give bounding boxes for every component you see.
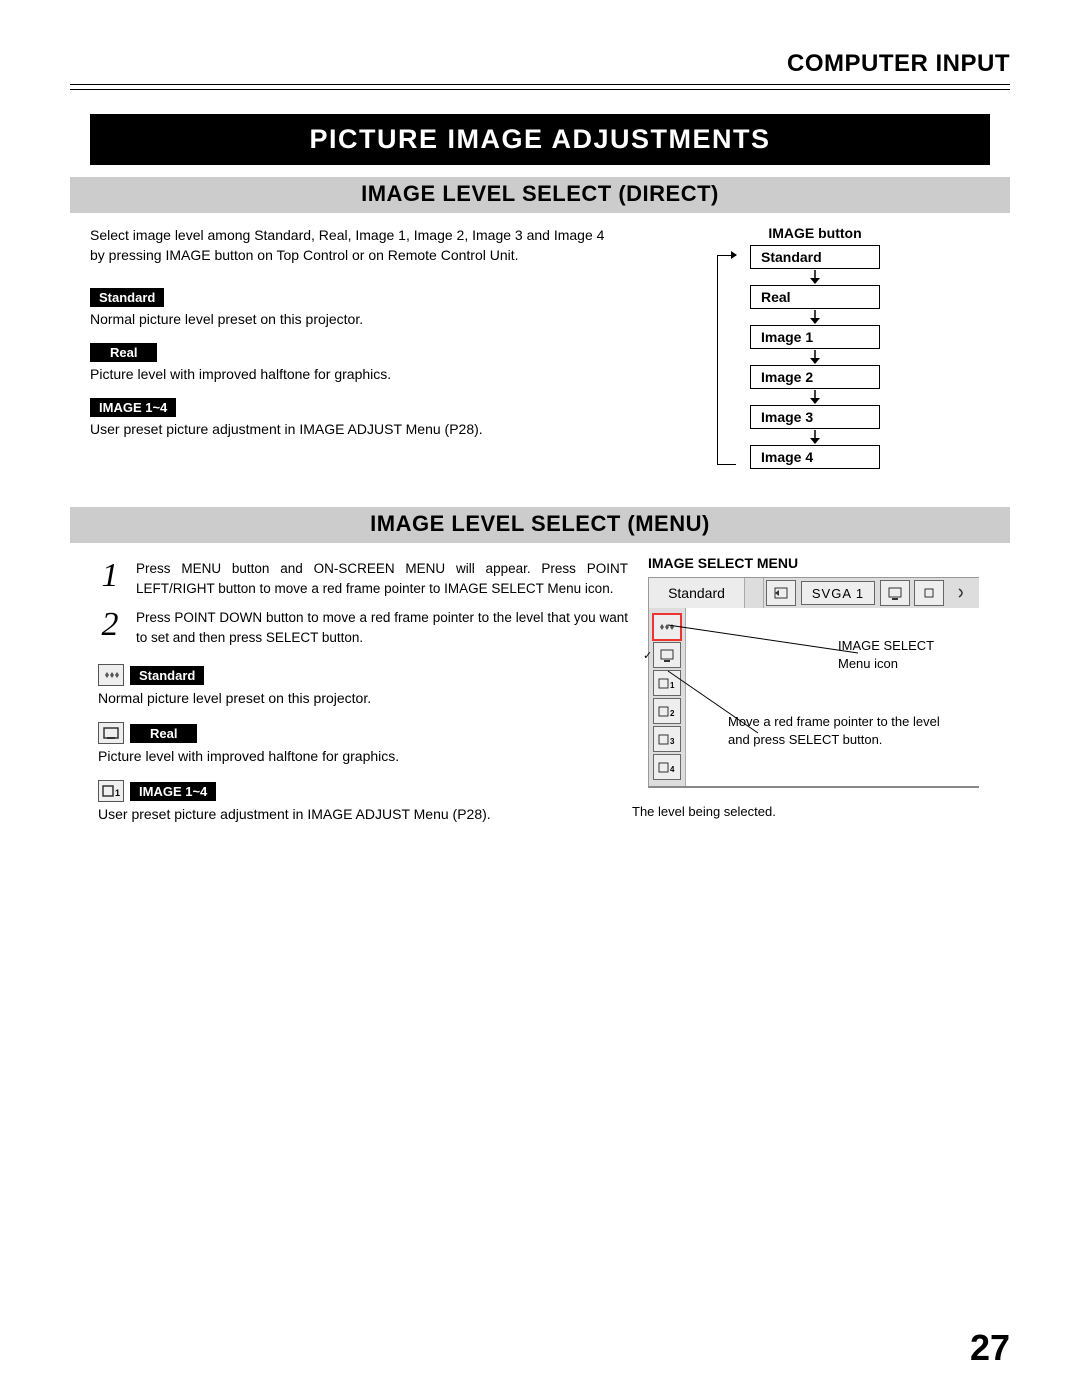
osd-menu-icon-img2: 2: [653, 698, 681, 724]
svg-text:2: 2: [670, 709, 675, 718]
step-text-1: Press MENU button and ON-SCREEN MENU wil…: [136, 559, 628, 600]
label-menu-standard: Standard: [130, 666, 204, 685]
osd-menu-icon-img3: 3: [653, 726, 681, 752]
osd-menu-icon-real: [653, 642, 681, 668]
osd-menu-icon-img1: 1: [653, 670, 681, 696]
desc-image14: User preset picture adjustment in IMAGE …: [90, 421, 620, 437]
flow-box: Image 2: [750, 365, 880, 389]
flow-box: Real: [750, 285, 880, 309]
real-icon: [98, 722, 124, 744]
diamonds-icon: [98, 664, 124, 686]
flow-loop-arrow-icon: [731, 251, 737, 259]
osd-square-icon: [914, 580, 944, 606]
svg-text:1: 1: [670, 681, 675, 690]
osd-svga-label: SVGA 1: [801, 581, 875, 605]
flow-box: Standard: [750, 245, 880, 269]
image1-icon: 1: [98, 780, 124, 802]
desc-menu-real: Picture level with improved halftone for…: [98, 748, 628, 764]
onscreen-menu: Standard SVGA 1 1 2 3 4: [648, 577, 979, 788]
flow-box: Image 4: [750, 445, 880, 469]
arrow-down-icon: [809, 350, 821, 364]
label-image14: IMAGE 1~4: [90, 398, 176, 417]
page-number: 27: [970, 1327, 1010, 1369]
page-title: PICTURE IMAGE ADJUSTMENTS: [90, 114, 990, 165]
svg-text:4: 4: [670, 765, 675, 774]
desc-standard: Normal picture level preset on this proj…: [90, 311, 620, 327]
arrow-down-icon: [809, 270, 821, 284]
svg-text:1: 1: [115, 788, 120, 798]
flow-title: IMAGE button: [640, 225, 990, 241]
flow-loop-line: [717, 255, 736, 465]
osd-more-icon: [948, 581, 976, 605]
callout-2: Move a red frame pointer to the level an…: [728, 713, 958, 749]
label-menu-real: Real: [130, 724, 197, 743]
step-text-2: Press POINT DOWN button to move a red fr…: [136, 608, 628, 649]
desc-menu-standard: Normal picture level preset on this proj…: [98, 690, 628, 706]
osd-display-value: Standard: [649, 578, 745, 608]
callout-3: The level being selected.: [632, 803, 882, 821]
arrow-down-icon: [809, 310, 821, 324]
arrow-down-icon: [809, 430, 821, 444]
osd-pc-icon: [880, 580, 910, 606]
arrow-down-icon: [809, 390, 821, 404]
label-real: Real: [90, 343, 157, 362]
desc-real: Picture level with improved halftone for…: [90, 366, 620, 382]
direct-intro: Select image level among Standard, Real,…: [90, 225, 620, 266]
diagram-title: IMAGE SELECT MENU: [648, 555, 990, 571]
page-header: COMPUTER INPUT: [70, 50, 1010, 78]
flow-box: Image 1: [750, 325, 880, 349]
svg-text:3: 3: [670, 737, 675, 746]
callout-1: IMAGE SELECT Menu icon: [838, 637, 958, 673]
label-menu-image14: IMAGE 1~4: [130, 782, 216, 801]
step-number-2: 2: [98, 608, 122, 649]
label-standard: Standard: [90, 288, 164, 307]
osd-source-icon: [766, 580, 796, 606]
step-number-1: 1: [98, 559, 122, 600]
header-divider: [70, 84, 1010, 90]
osd-menu-icon-img4: 4: [653, 754, 681, 780]
section-heading-menu: IMAGE LEVEL SELECT (MENU): [70, 507, 1010, 543]
desc-menu-image14: User preset picture adjustment in IMAGE …: [98, 806, 628, 822]
osd-menu-icon-diamonds: [653, 614, 681, 640]
flow-box: Image 3: [750, 405, 880, 429]
section-heading-direct: IMAGE LEVEL SELECT (DIRECT): [70, 177, 1010, 213]
